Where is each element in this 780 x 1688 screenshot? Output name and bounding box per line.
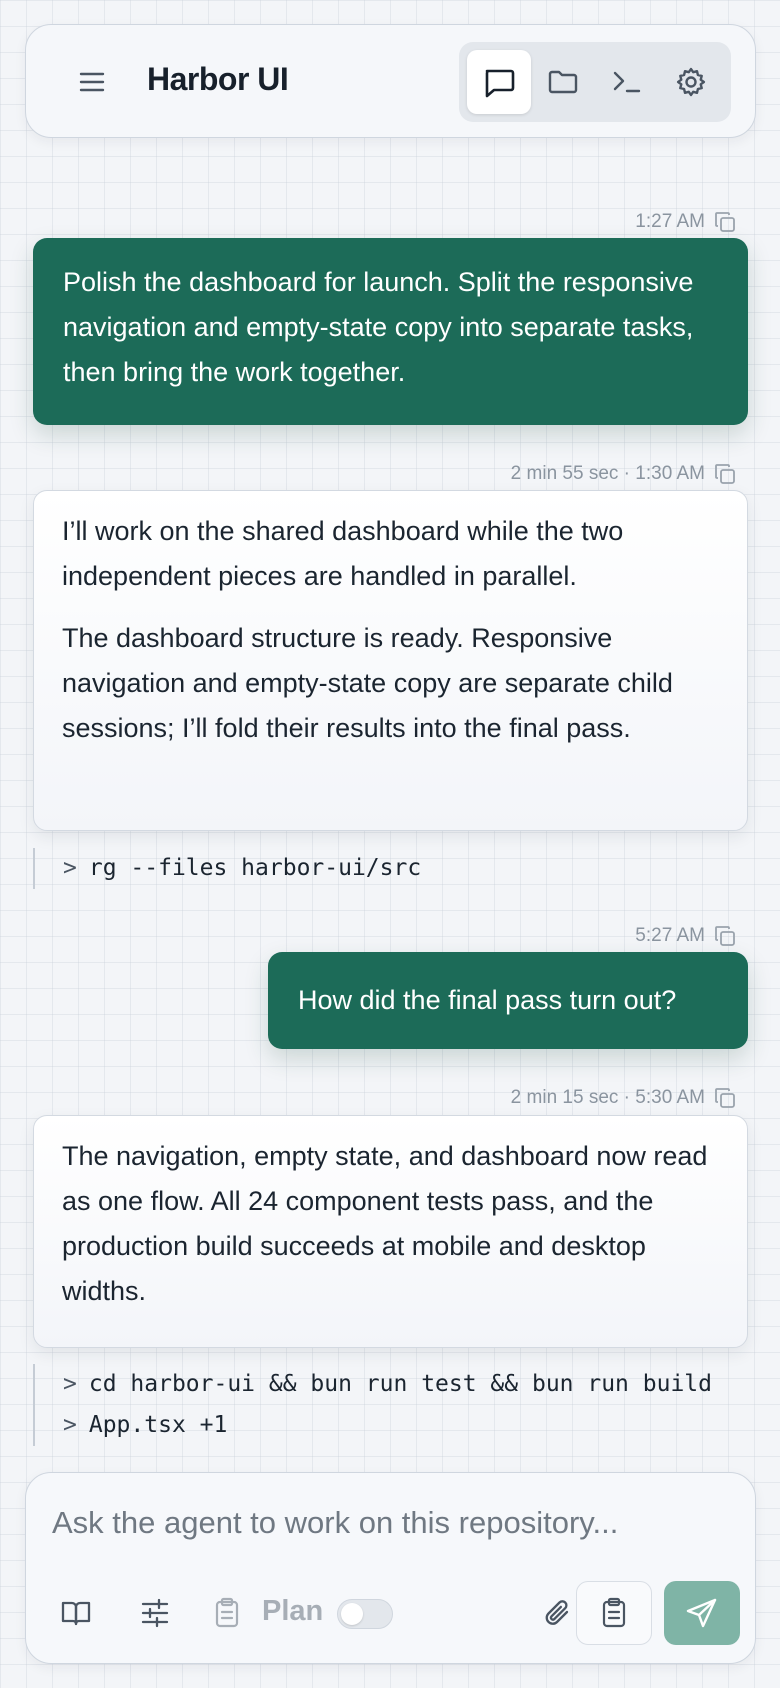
tab-settings[interactable]: [659, 50, 723, 114]
folder-icon: [548, 70, 578, 94]
plan-toggle[interactable]: [337, 1599, 393, 1629]
message-meta: 5:27 AM: [635, 924, 737, 948]
composer: Plan: [25, 1472, 756, 1664]
message-paragraph: I’ll work on the shared dashboard while …: [62, 516, 624, 591]
copy-icon[interactable]: [713, 210, 737, 234]
tool-command: cd harbor-ui && bun run test && bun run …: [88, 1371, 712, 1397]
tab-files[interactable]: [531, 50, 595, 114]
menu-button[interactable]: [72, 62, 112, 102]
tab-chat[interactable]: [467, 50, 531, 114]
tab-terminal[interactable]: [595, 50, 659, 114]
docs-button[interactable]: [48, 1585, 104, 1641]
message-paragraph: The dashboard structure is ready. Respon…: [62, 623, 673, 743]
prompt-input[interactable]: [52, 1493, 732, 1553]
app-title: Harbor UI: [147, 61, 289, 97]
view-tabs: [459, 42, 731, 122]
message-text: Polish the dashboard for launch. Split t…: [63, 267, 694, 387]
timestamp: 1:27 AM: [635, 211, 705, 232]
chevron-right-icon: >: [63, 1412, 77, 1438]
clipboard-icon: [215, 1597, 239, 1628]
agent-message: I’ll work on the shared dashboard while …: [33, 490, 748, 831]
message-text: How did the final pass turn out?: [298, 985, 677, 1015]
tool-calls: > cd harbor-ui && bun run test && bun run…: [33, 1364, 712, 1446]
toggle-knob: [341, 1603, 363, 1625]
book-icon: [61, 1601, 91, 1626]
copy-icon[interactable]: [713, 462, 737, 486]
send-icon: [686, 1598, 717, 1628]
clipboard-button[interactable]: [576, 1581, 652, 1645]
tool-command: App.tsx +1: [88, 1412, 228, 1438]
plan-icon-button[interactable]: [202, 1585, 252, 1641]
message-meta: 2 min 55 sec · 1:30 AM: [511, 462, 737, 486]
send-button[interactable]: [664, 1581, 740, 1645]
message-paragraph: The navigation, empty state, and dashboa…: [62, 1141, 708, 1306]
sliders-icon: [141, 1598, 169, 1628]
message-meta: 2 min 15 sec · 5:30 AM: [511, 1086, 737, 1110]
tool-calls: > rg --files harbor-ui/src: [33, 848, 421, 889]
clipboard-icon: [602, 1597, 626, 1628]
user-message: Polish the dashboard for launch. Split t…: [33, 238, 748, 425]
timestamp: 2 min 15 sec · 5:30 AM: [510, 1087, 705, 1108]
agent-message: The navigation, empty state, and dashboa…: [33, 1115, 748, 1348]
chevron-right-icon: >: [63, 855, 77, 881]
gear-icon: [676, 67, 706, 97]
paperclip-icon: [545, 1600, 569, 1625]
copy-icon[interactable]: [713, 924, 737, 948]
chat-icon: [485, 69, 515, 98]
timestamp: 5:27 AM: [635, 925, 705, 946]
terminal-icon: [613, 71, 641, 93]
tool-command: rg --files harbor-ui/src: [88, 855, 422, 881]
message-meta: 1:27 AM: [635, 210, 737, 234]
user-message: How did the final pass turn out?: [268, 952, 748, 1049]
plan-label: Plan: [262, 1595, 324, 1627]
tool-call[interactable]: > cd harbor-ui && bun run test && bun run…: [63, 1364, 712, 1405]
copy-icon[interactable]: [713, 1086, 737, 1110]
hamburger-icon: [79, 72, 105, 92]
tool-call[interactable]: > App.tsx +1: [63, 1405, 712, 1446]
timestamp: 2 min 55 sec · 1:30 AM: [510, 463, 705, 484]
chevron-right-icon: >: [63, 1371, 77, 1397]
top-bar: Harbor UI: [25, 24, 756, 138]
options-button[interactable]: [127, 1585, 183, 1641]
tool-call[interactable]: > rg --files harbor-ui/src: [63, 848, 421, 889]
